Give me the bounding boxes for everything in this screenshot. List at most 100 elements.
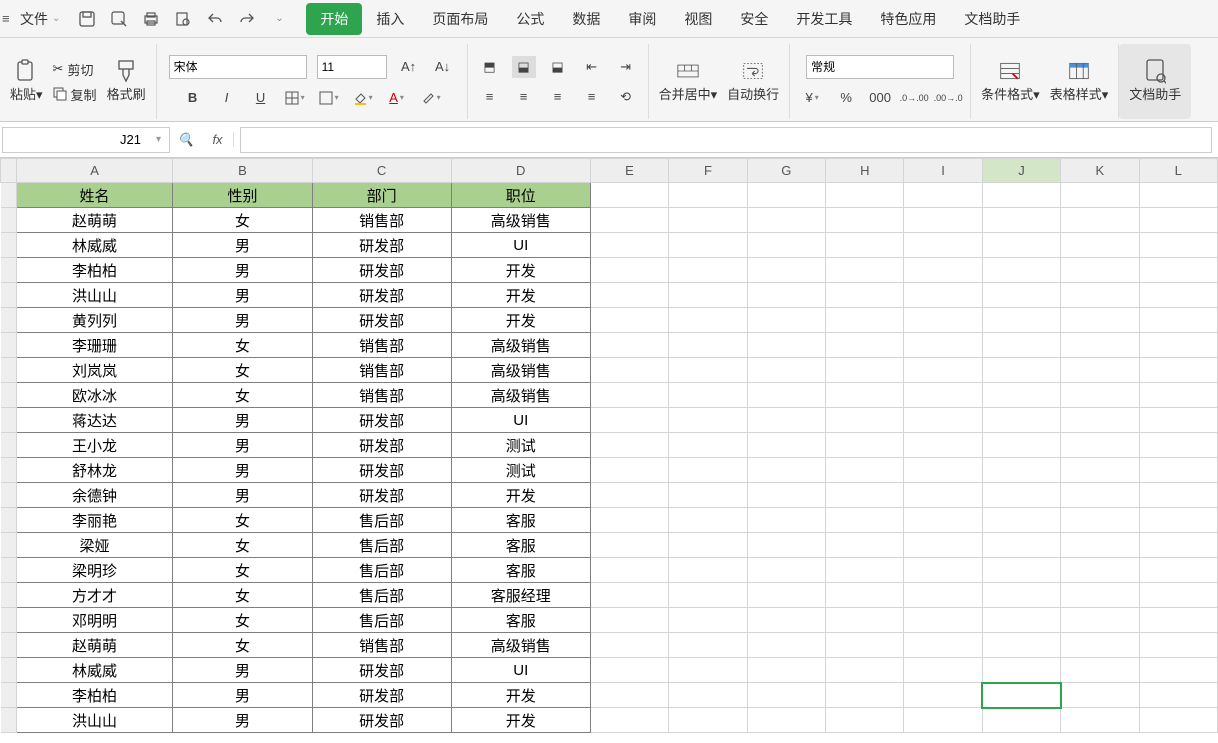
cell-H9[interactable] [826, 383, 904, 408]
cell-D19[interactable]: 高级销售 [451, 633, 590, 658]
cell-H15[interactable] [826, 533, 904, 558]
cell-J3[interactable] [982, 233, 1060, 258]
row-header-5[interactable] [1, 283, 17, 308]
cell-L19[interactable] [1139, 633, 1217, 658]
cell-L11[interactable] [1139, 433, 1217, 458]
cell-K11[interactable] [1061, 433, 1139, 458]
merge-center-button[interactable]: 合并居中▾ [659, 60, 718, 103]
cell-E18[interactable] [590, 608, 668, 633]
cell-E8[interactable] [590, 358, 668, 383]
cell-G13[interactable] [747, 483, 825, 508]
cell-H3[interactable] [826, 233, 904, 258]
cell-A2[interactable]: 赵萌萌 [16, 208, 173, 233]
cell-K19[interactable] [1061, 633, 1139, 658]
cell-F5[interactable] [669, 283, 747, 308]
cell-G22[interactable] [747, 708, 825, 733]
cell-G21[interactable] [747, 683, 825, 708]
tab-公式[interactable]: 公式 [502, 3, 558, 35]
cell-H7[interactable] [826, 333, 904, 358]
cell-F22[interactable] [669, 708, 747, 733]
cell-K1[interactable] [1061, 183, 1139, 208]
cell-F1[interactable] [669, 183, 747, 208]
cell-B9[interactable]: 女 [173, 383, 312, 408]
cell-A6[interactable]: 黄列列 [16, 308, 173, 333]
cell-D8[interactable]: 高级销售 [451, 358, 590, 383]
cell-C22[interactable]: 研发部 [312, 708, 451, 733]
cell-E5[interactable] [590, 283, 668, 308]
row-header-6[interactable] [1, 308, 17, 333]
row-header-17[interactable] [1, 583, 17, 608]
cell-I7[interactable] [904, 333, 982, 358]
cell-B8[interactable]: 女 [173, 358, 312, 383]
row-header-12[interactable] [1, 458, 17, 483]
tab-开发工具[interactable]: 开发工具 [782, 3, 866, 35]
align-right-icon[interactable]: ≡ [546, 86, 570, 108]
cell-C7[interactable]: 销售部 [312, 333, 451, 358]
cell-F6[interactable] [669, 308, 747, 333]
bold-button[interactable]: B [181, 87, 205, 109]
cell-L20[interactable] [1139, 658, 1217, 683]
cell-L1[interactable] [1139, 183, 1217, 208]
cell-H6[interactable] [826, 308, 904, 333]
cell-H22[interactable] [826, 708, 904, 733]
cell-F7[interactable] [669, 333, 747, 358]
save-icon[interactable] [78, 10, 96, 28]
cell-L13[interactable] [1139, 483, 1217, 508]
column-header-K[interactable]: K [1061, 159, 1139, 183]
cell-F21[interactable] [669, 683, 747, 708]
decrease-indent-icon[interactable]: ⇤ [580, 56, 604, 78]
cell-L4[interactable] [1139, 258, 1217, 283]
cell-F8[interactable] [669, 358, 747, 383]
font-size-select[interactable] [317, 55, 387, 79]
cell-F19[interactable] [669, 633, 747, 658]
name-box[interactable]: J21 [2, 127, 170, 153]
cut-button[interactable]: ✂剪切 [53, 60, 97, 79]
row-header-21[interactable] [1, 683, 17, 708]
align-left-icon[interactable]: ≡ [478, 86, 502, 108]
row-header-11[interactable] [1, 433, 17, 458]
underline-button[interactable]: U [249, 87, 273, 109]
cell-G4[interactable] [747, 258, 825, 283]
cell-B22[interactable]: 男 [173, 708, 312, 733]
cell-E16[interactable] [590, 558, 668, 583]
cell-I14[interactable] [904, 508, 982, 533]
cell-L2[interactable] [1139, 208, 1217, 233]
cell-I12[interactable] [904, 458, 982, 483]
cell-L6[interactable] [1139, 308, 1217, 333]
wrap-text-button[interactable]: 自动换行 [727, 60, 779, 103]
cell-J7[interactable] [982, 333, 1060, 358]
cell-A13[interactable]: 余德钟 [16, 483, 173, 508]
cell-H12[interactable] [826, 458, 904, 483]
cell-J22[interactable] [982, 708, 1060, 733]
cell-B11[interactable]: 男 [173, 433, 312, 458]
cell-A17[interactable]: 方才才 [16, 583, 173, 608]
cell-B10[interactable]: 男 [173, 408, 312, 433]
cell-D20[interactable]: UI [451, 658, 590, 683]
column-header-D[interactable]: D [451, 159, 590, 183]
cell-H21[interactable] [826, 683, 904, 708]
save-as-icon[interactable] [110, 10, 128, 28]
cell-E12[interactable] [590, 458, 668, 483]
cell-D18[interactable]: 客服 [451, 608, 590, 633]
cell-E21[interactable] [590, 683, 668, 708]
cell-C5[interactable]: 研发部 [312, 283, 451, 308]
cell-A11[interactable]: 王小龙 [16, 433, 173, 458]
clear-format-button[interactable] [419, 87, 443, 109]
file-menu[interactable]: ≡ 文件 ⌄ [2, 9, 68, 29]
cell-F14[interactable] [669, 508, 747, 533]
cell-B7[interactable]: 女 [173, 333, 312, 358]
cell-L16[interactable] [1139, 558, 1217, 583]
cell-K15[interactable] [1061, 533, 1139, 558]
cell-A16[interactable]: 梁明珍 [16, 558, 173, 583]
cell-C3[interactable]: 研发部 [312, 233, 451, 258]
cell-C13[interactable]: 研发部 [312, 483, 451, 508]
cell-K20[interactable] [1061, 658, 1139, 683]
cell-J19[interactable] [982, 633, 1060, 658]
cell-G16[interactable] [747, 558, 825, 583]
cell-I21[interactable] [904, 683, 982, 708]
cell-K12[interactable] [1061, 458, 1139, 483]
cell-J10[interactable] [982, 408, 1060, 433]
cell-L22[interactable] [1139, 708, 1217, 733]
cell-D4[interactable]: 开发 [451, 258, 590, 283]
cell-L17[interactable] [1139, 583, 1217, 608]
